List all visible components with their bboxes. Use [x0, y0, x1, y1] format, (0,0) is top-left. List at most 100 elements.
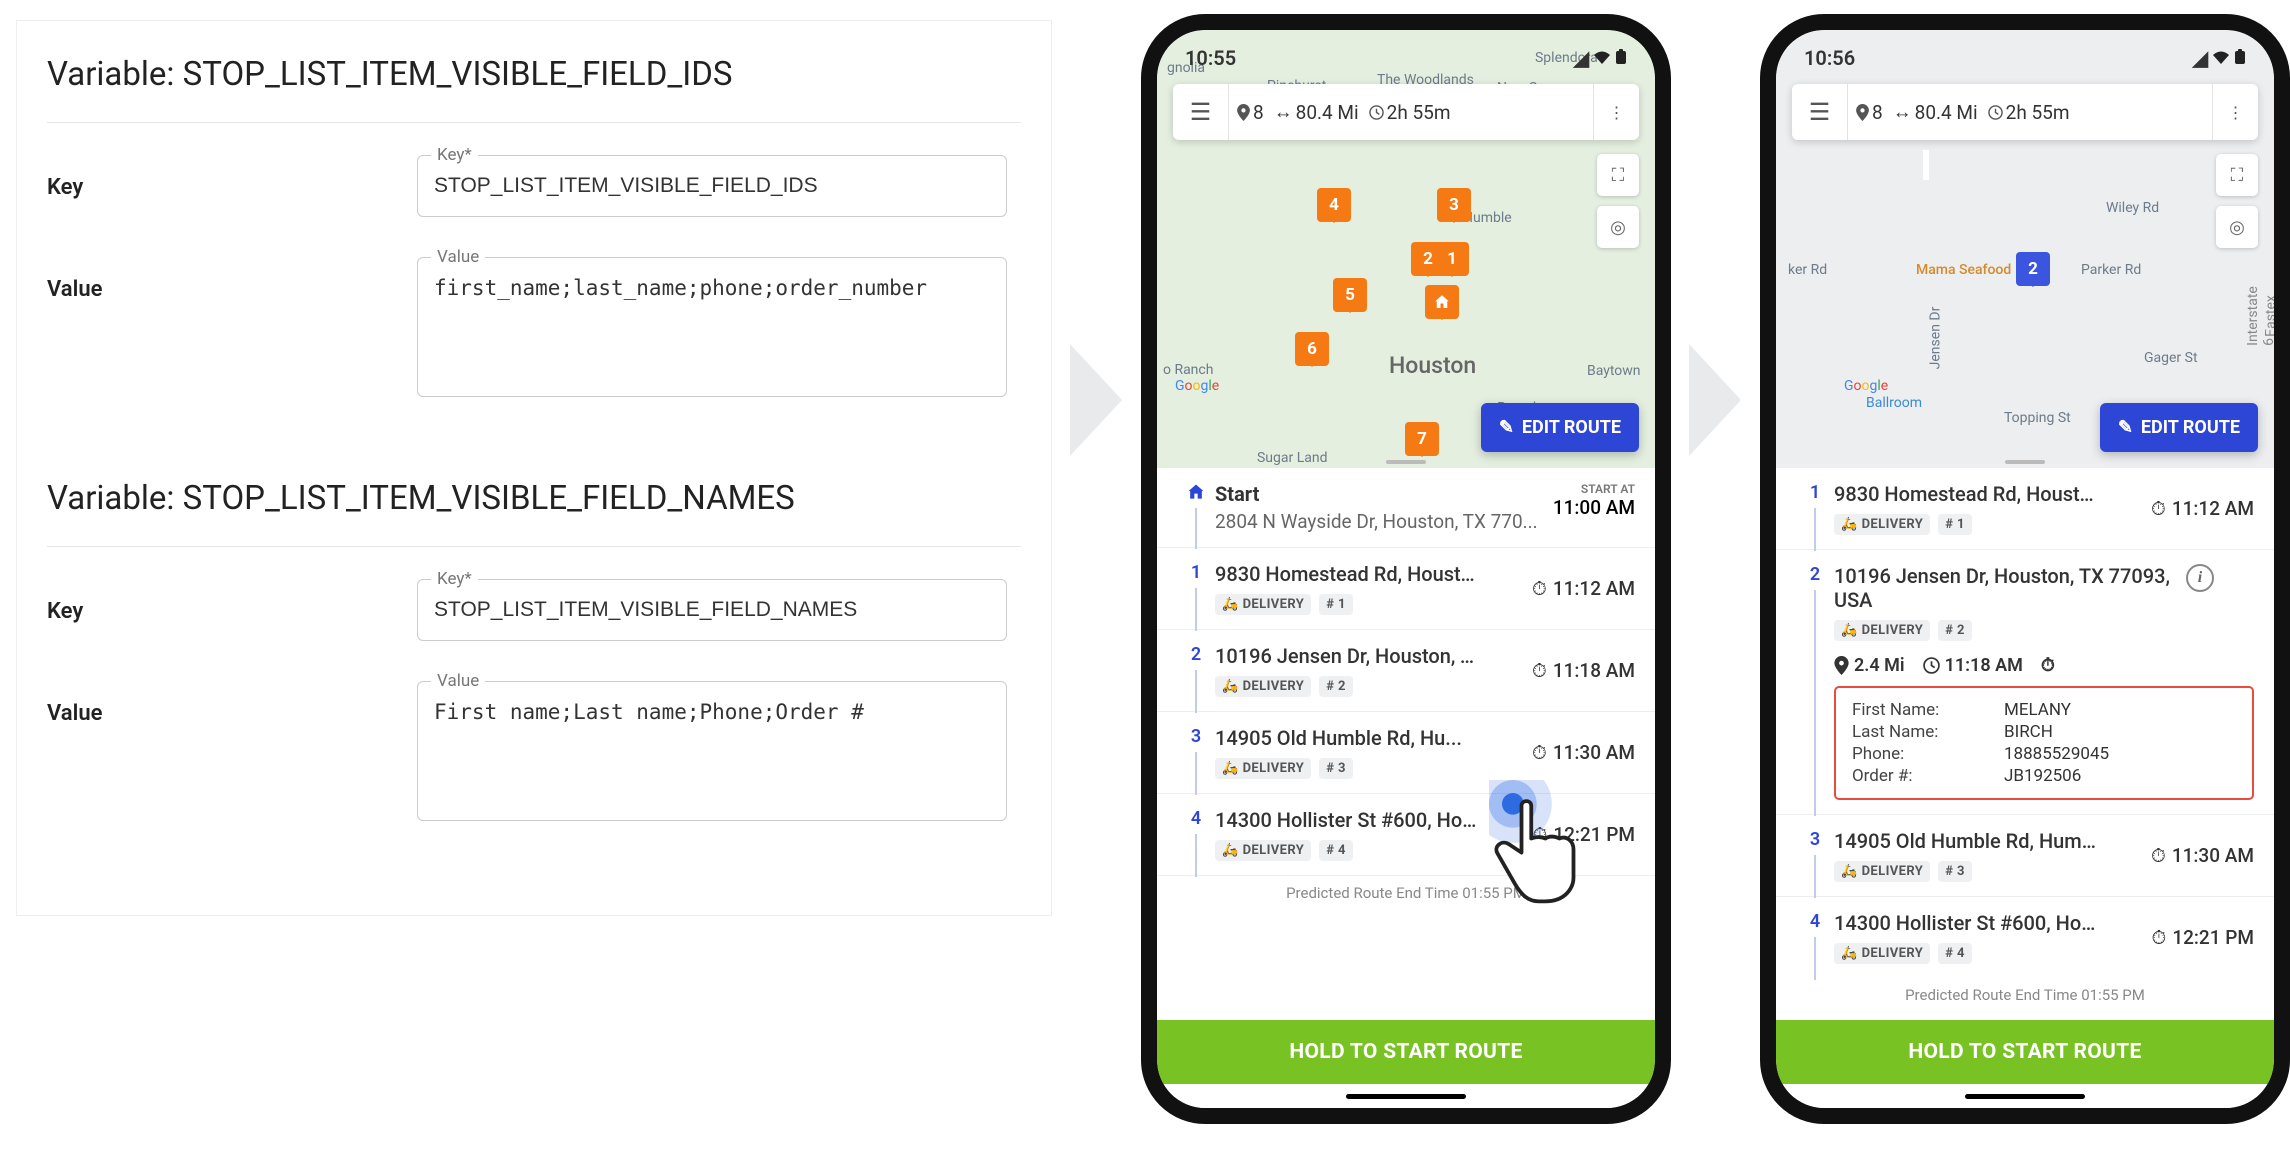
start-route-button[interactable]: HOLD TO START ROUTE [1776, 1020, 2274, 1084]
field-value: 18885529045 [2004, 744, 2236, 764]
row-var1-key: Key Key* [47, 155, 1021, 217]
stop-item[interactable]: 1 9830 Homestead Rd, Houston, ... 🛵 DELI… [1776, 468, 2274, 550]
route-stats[interactable]: 8 ↔80.4 Mi 2h 55m [1848, 100, 2212, 124]
stop-number: 2 [1810, 564, 1820, 800]
stop-address: 10196 Jensen Dr, Houston, TX 77093, USA [1834, 564, 2174, 612]
field-value: JB192506 [2004, 766, 2236, 786]
field-label: Phone: [1852, 744, 2002, 764]
map-topbar: ☰ 8 ↔80.4 Mi 2h 55m ⋮ [1173, 84, 1639, 140]
textarea-var2-value[interactable] [417, 681, 1007, 821]
float-label-key: Key* [431, 145, 478, 165]
seq-tag: # 2 [1938, 620, 1972, 641]
map-pin[interactable]: 5 [1333, 278, 1367, 312]
delivery-tag: 🛵 DELIVERY [1215, 758, 1311, 779]
locate-button[interactable]: ◎ [2216, 206, 2258, 248]
map-pin-active[interactable]: 2 [2016, 252, 2050, 286]
row-var2-key: Key Key* [47, 579, 1021, 641]
battery-icon [2234, 46, 2246, 70]
map-topbar: ☰ 8 ↔80.4 Mi 2h 55m ⋮ [1792, 84, 2258, 140]
duration-stat: 2h 55m [1988, 101, 2070, 124]
stop-number: 3 [1810, 829, 1820, 882]
map[interactable]: Wiley Rd ker Rd Parker Rd Jensen Dr Gage… [1776, 30, 2274, 468]
locate-button[interactable]: ◎ [1597, 206, 1639, 248]
input-var1-key[interactable] [417, 155, 1007, 217]
more-button[interactable]: ⋮ [1593, 84, 1639, 140]
map-city-label: Houston [1389, 352, 1476, 379]
map-attribution: Google [1844, 378, 1888, 394]
map-pin[interactable]: 4 [1317, 188, 1351, 222]
stop-time: ⏱12:21 PM [1532, 808, 1635, 861]
map-label: Topping St [2004, 410, 2071, 426]
stop-list[interactable]: Start 2804 N Wayside Dr, Houston, TX 770… [1157, 468, 1655, 1020]
signal-icon: ◢ [1574, 46, 1589, 70]
seq-tag: # 4 [1938, 943, 1972, 964]
start-time: 11:00 AM [1553, 496, 1635, 519]
map-label: Wiley Rd [2106, 200, 2159, 216]
edit-route-button[interactable]: ✎ EDIT ROUTE [2100, 403, 2258, 452]
menu-button[interactable]: ☰ [1173, 84, 1229, 140]
map[interactable]: gnolia Pinehurst The Woodlands New Caney… [1157, 30, 1655, 468]
stopwatch-icon: ⏱ [1532, 741, 1547, 764]
stop-time: ⏱11:30 AM [2151, 829, 2254, 882]
stop-item[interactable]: 3 14905 Old Humble Rd, Humble, ... 🛵 DEL… [1776, 815, 2274, 897]
map-pin-home[interactable] [1425, 285, 1459, 319]
seq-tag: # 3 [1319, 758, 1353, 779]
map-pin[interactable]: 1 [1435, 242, 1469, 276]
fullscreen-button[interactable]: ⛶ [1597, 154, 1639, 196]
info-icon[interactable]: i [2186, 564, 2214, 592]
drag-handle[interactable] [2005, 460, 2045, 464]
map-label: Sugar Land [1257, 450, 1328, 466]
map-pin[interactable]: 3 [1437, 188, 1471, 222]
map-pin[interactable]: 7 [1405, 422, 1439, 456]
duration-stat: 2h 55m [1369, 101, 1451, 124]
field-label: Last Name: [1852, 722, 2002, 742]
delivery-tag: 🛵 DELIVERY [1834, 861, 1930, 882]
edit-route-button[interactable]: ✎ EDIT ROUTE [1481, 403, 1639, 452]
delivery-tag: 🛵 DELIVERY [1215, 676, 1311, 697]
stop-number: 1 [1191, 562, 1201, 615]
stop-time: ⏱11:12 AM [2151, 482, 2254, 535]
config-panel: Variable: STOP_LIST_ITEM_VISIBLE_FIELD_I… [16, 20, 1052, 916]
stop-item[interactable]: 1 9830 Homestead Rd, Houston, ... 🛵 DELI… [1157, 548, 1655, 630]
stop-item[interactable]: 2 10196 Jensen Dr, Houston, TX 7... 🛵 DE… [1157, 630, 1655, 712]
start-route-button[interactable]: HOLD TO START ROUTE [1157, 1020, 1655, 1084]
stopwatch-icon: ⏱ [2151, 844, 2166, 867]
delivery-tag: 🛵 DELIVERY [1215, 594, 1311, 615]
stop-time: ⏱11:12 AM [1532, 562, 1635, 615]
poi-label: Mama Seafood [1916, 262, 2011, 278]
stop-address: 14905 Old Humble Rd, Hu... [1215, 726, 1483, 750]
stop-number: 2 [1191, 644, 1201, 697]
float-label-value: Value [431, 671, 485, 691]
status-icons: ◢ [1574, 46, 1627, 70]
stop-address: 14300 Hollister St #600, Housto... [1215, 808, 1483, 832]
stop-list[interactable]: 1 9830 Homestead Rd, Houston, ... 🛵 DELI… [1776, 468, 2274, 1020]
stop-item[interactable]: 3 14905 Old Humble Rd, Hu... 🛵 DELIVERY#… [1157, 712, 1655, 794]
fullscreen-button[interactable]: ⛶ [2216, 154, 2258, 196]
stop-item-expanded[interactable]: 2 10196 Jensen Dr, Houston, TX 77093, US… [1776, 550, 2274, 815]
field-value: BIRCH [2004, 722, 2236, 742]
stopwatch-icon: ⏱ [1532, 823, 1547, 846]
seq-tag: # 1 [1319, 594, 1353, 615]
wifi-icon [1593, 46, 1611, 70]
menu-button[interactable]: ☰ [1792, 84, 1848, 140]
textarea-var1-value[interactable] [417, 257, 1007, 397]
map-pin[interactable]: 6 [1295, 332, 1329, 366]
stopwatch-icon: ⏱ [2151, 497, 2166, 520]
input-var2-key[interactable] [417, 579, 1007, 641]
more-button[interactable]: ⋮ [2212, 84, 2258, 140]
distance-chip: 2.4 Mi [1834, 655, 1905, 676]
delivery-tag: 🛵 DELIVERY [1215, 840, 1311, 861]
float-label-key: Key* [431, 569, 478, 589]
start-at-label: START AT [1553, 482, 1635, 496]
stop-item[interactable]: 4 14300 Hollister St #600, Housto... 🛵 D… [1157, 794, 1655, 876]
map-label: o Ranch [1163, 362, 1213, 378]
stop-item[interactable]: 4 14300 Hollister St #600, Housto... 🛵 D… [1776, 897, 2274, 978]
pencil-icon: ✎ [1499, 417, 1514, 438]
stopwatch-icon: ⏱ [2041, 655, 2055, 676]
route-stats[interactable]: 8 ↔80.4 Mi 2h 55m [1229, 100, 1593, 124]
drag-handle[interactable] [1386, 460, 1426, 464]
edit-route-label: EDIT ROUTE [2141, 417, 2240, 438]
battery-icon [1615, 46, 1627, 70]
stop-address: 14300 Hollister St #600, Housto... [1834, 911, 2102, 935]
stop-start[interactable]: Start 2804 N Wayside Dr, Houston, TX 770… [1157, 468, 1655, 548]
